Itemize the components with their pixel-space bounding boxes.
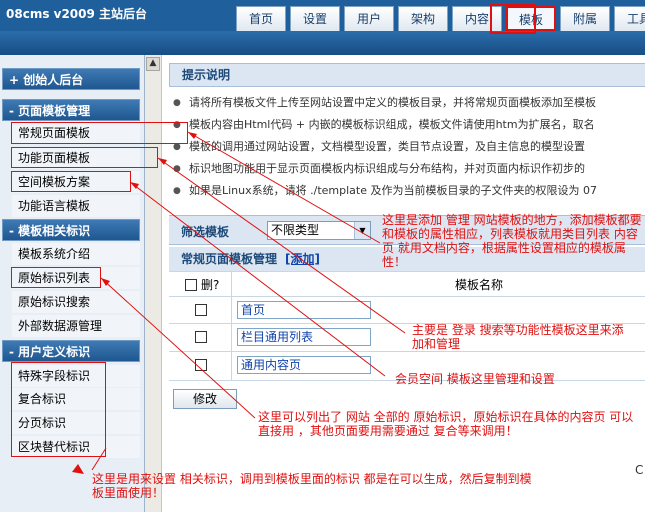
highlight-box <box>11 147 158 168</box>
tab-tools[interactable]: 工具 <box>614 6 645 31</box>
col-header-delete: 删? <box>201 278 220 292</box>
sidebar-group-founder[interactable]: + 创始人后台 <box>2 68 140 90</box>
annotation-user-tags: 这里是用来设置 相关标识，调用到模板里面的标识 都是在可以生成，然后复制到模板里… <box>92 472 532 500</box>
screen: 08cms v2009 主站后台 首页 设置 用户 架构 内容 模板 附属 工具… <box>0 0 645 512</box>
template-name-field[interactable]: 首页 <box>237 301 371 319</box>
sub-header-bar <box>0 31 645 55</box>
main-panel: 提示说明 请将所有模板文件上传至网站设置中定义的模板目录，并将常规页面模板添加至… <box>163 55 645 512</box>
highlight-box <box>11 267 101 288</box>
sidebar-item-raw-tag-search[interactable]: 原始标识搜索 <box>12 291 140 313</box>
row-checkbox[interactable] <box>195 304 207 316</box>
col-header-name: 模板名称 <box>455 278 504 292</box>
tab-settings[interactable]: 设置 <box>290 6 340 31</box>
tip-line: 请将所有模板文件上传至网站设置中定义的模板目录，并将常规页面模板添加至模板 <box>173 94 596 112</box>
sidebar-item-external-datasource[interactable]: 外部数据源管理 <box>12 315 140 337</box>
sidebar-item-template-intro[interactable]: 模板系统介绍 <box>12 243 140 265</box>
divider <box>169 296 645 297</box>
select-all-checkbox[interactable] <box>185 279 197 291</box>
tip-line: 标识地图功能用于显示页面模板内标识组成与分布结构，并对页面内标识作初步的 <box>173 160 585 178</box>
annotation-template-management: 这里是添加 管理 网站模板的地方，添加模板都要和模板的属性相应，列表模板就用类目… <box>382 213 642 269</box>
template-type-select[interactable]: 不限类型 ▼ <box>267 221 371 240</box>
tip-line: 模板的调用通过网站设置，文档模型设置，类目节点设置，及自主信息的模型设置 <box>173 138 585 156</box>
top-header: 08cms v2009 主站后台 首页 设置 用户 架构 内容 模板 附属 工具 <box>0 0 645 31</box>
highlight-box <box>11 171 131 192</box>
tab-home[interactable]: 首页 <box>236 6 286 31</box>
row-checkbox[interactable] <box>195 331 207 343</box>
select-value: 不限类型 <box>271 223 320 237</box>
sidebar-group-template-tags[interactable]: - 模板相关标识 <box>2 219 140 241</box>
highlight-box <box>490 4 536 34</box>
divider <box>231 271 232 381</box>
highlight-box <box>11 362 106 457</box>
annotation-function-templates: 主要是 登录 搜索等功能性模板这里来添加和管理 <box>412 323 624 351</box>
chevron-down-icon[interactable]: ▼ <box>354 222 370 239</box>
tab-attachments[interactable]: 附属 <box>560 6 610 31</box>
template-name-field[interactable]: 栏目通用列表 <box>237 328 371 346</box>
tips-title: 提示说明 <box>169 63 645 87</box>
brand-title: 08cms v2009 主站后台 <box>6 7 148 21</box>
tip-line: 如果是Linux系统，请将 ./template 及作为当前模板目录的子文件夹的… <box>173 182 597 200</box>
row-checkbox[interactable] <box>195 359 207 371</box>
scroll-up-icon[interactable]: ▲ <box>146 57 160 71</box>
annotation-raw-tags: 这里可以列出了 网站 全部的 原始标识，原始标识在具体的内容页 可以直接用 ，其… <box>258 410 634 438</box>
modify-button[interactable]: 修改 <box>173 389 237 409</box>
tab-users[interactable]: 用户 <box>344 6 394 31</box>
sidebar-group-user-tags[interactable]: - 用户定义标识 <box>2 340 140 362</box>
tab-structure[interactable]: 架构 <box>398 6 448 31</box>
list-title: 常规页面模板管理 <box>181 252 278 266</box>
stray-glyph: C <box>635 463 644 477</box>
main-nav-tabs: 首页 设置 用户 架构 内容 模板 附属 工具 <box>236 6 645 31</box>
highlight-box <box>11 122 188 144</box>
sidebar-group-page-templates[interactable]: - 页面模板管理 <box>2 99 140 121</box>
template-name-field[interactable]: 通用内容页 <box>237 356 371 374</box>
filter-label: 筛选模板 <box>181 225 230 239</box>
divider <box>169 271 645 272</box>
annotation-space-templates: 会员空间 模板这里管理和设置 <box>395 372 555 386</box>
sidebar-item-language-templates[interactable]: 功能语言模板 <box>12 195 140 217</box>
add-template-link[interactable]: [添加] <box>285 252 320 266</box>
tip-line: 模板内容由Html代码 + 内嵌的模板标识组成，模板文件请使用htm为扩展名，取… <box>173 116 595 134</box>
divider <box>169 351 645 352</box>
